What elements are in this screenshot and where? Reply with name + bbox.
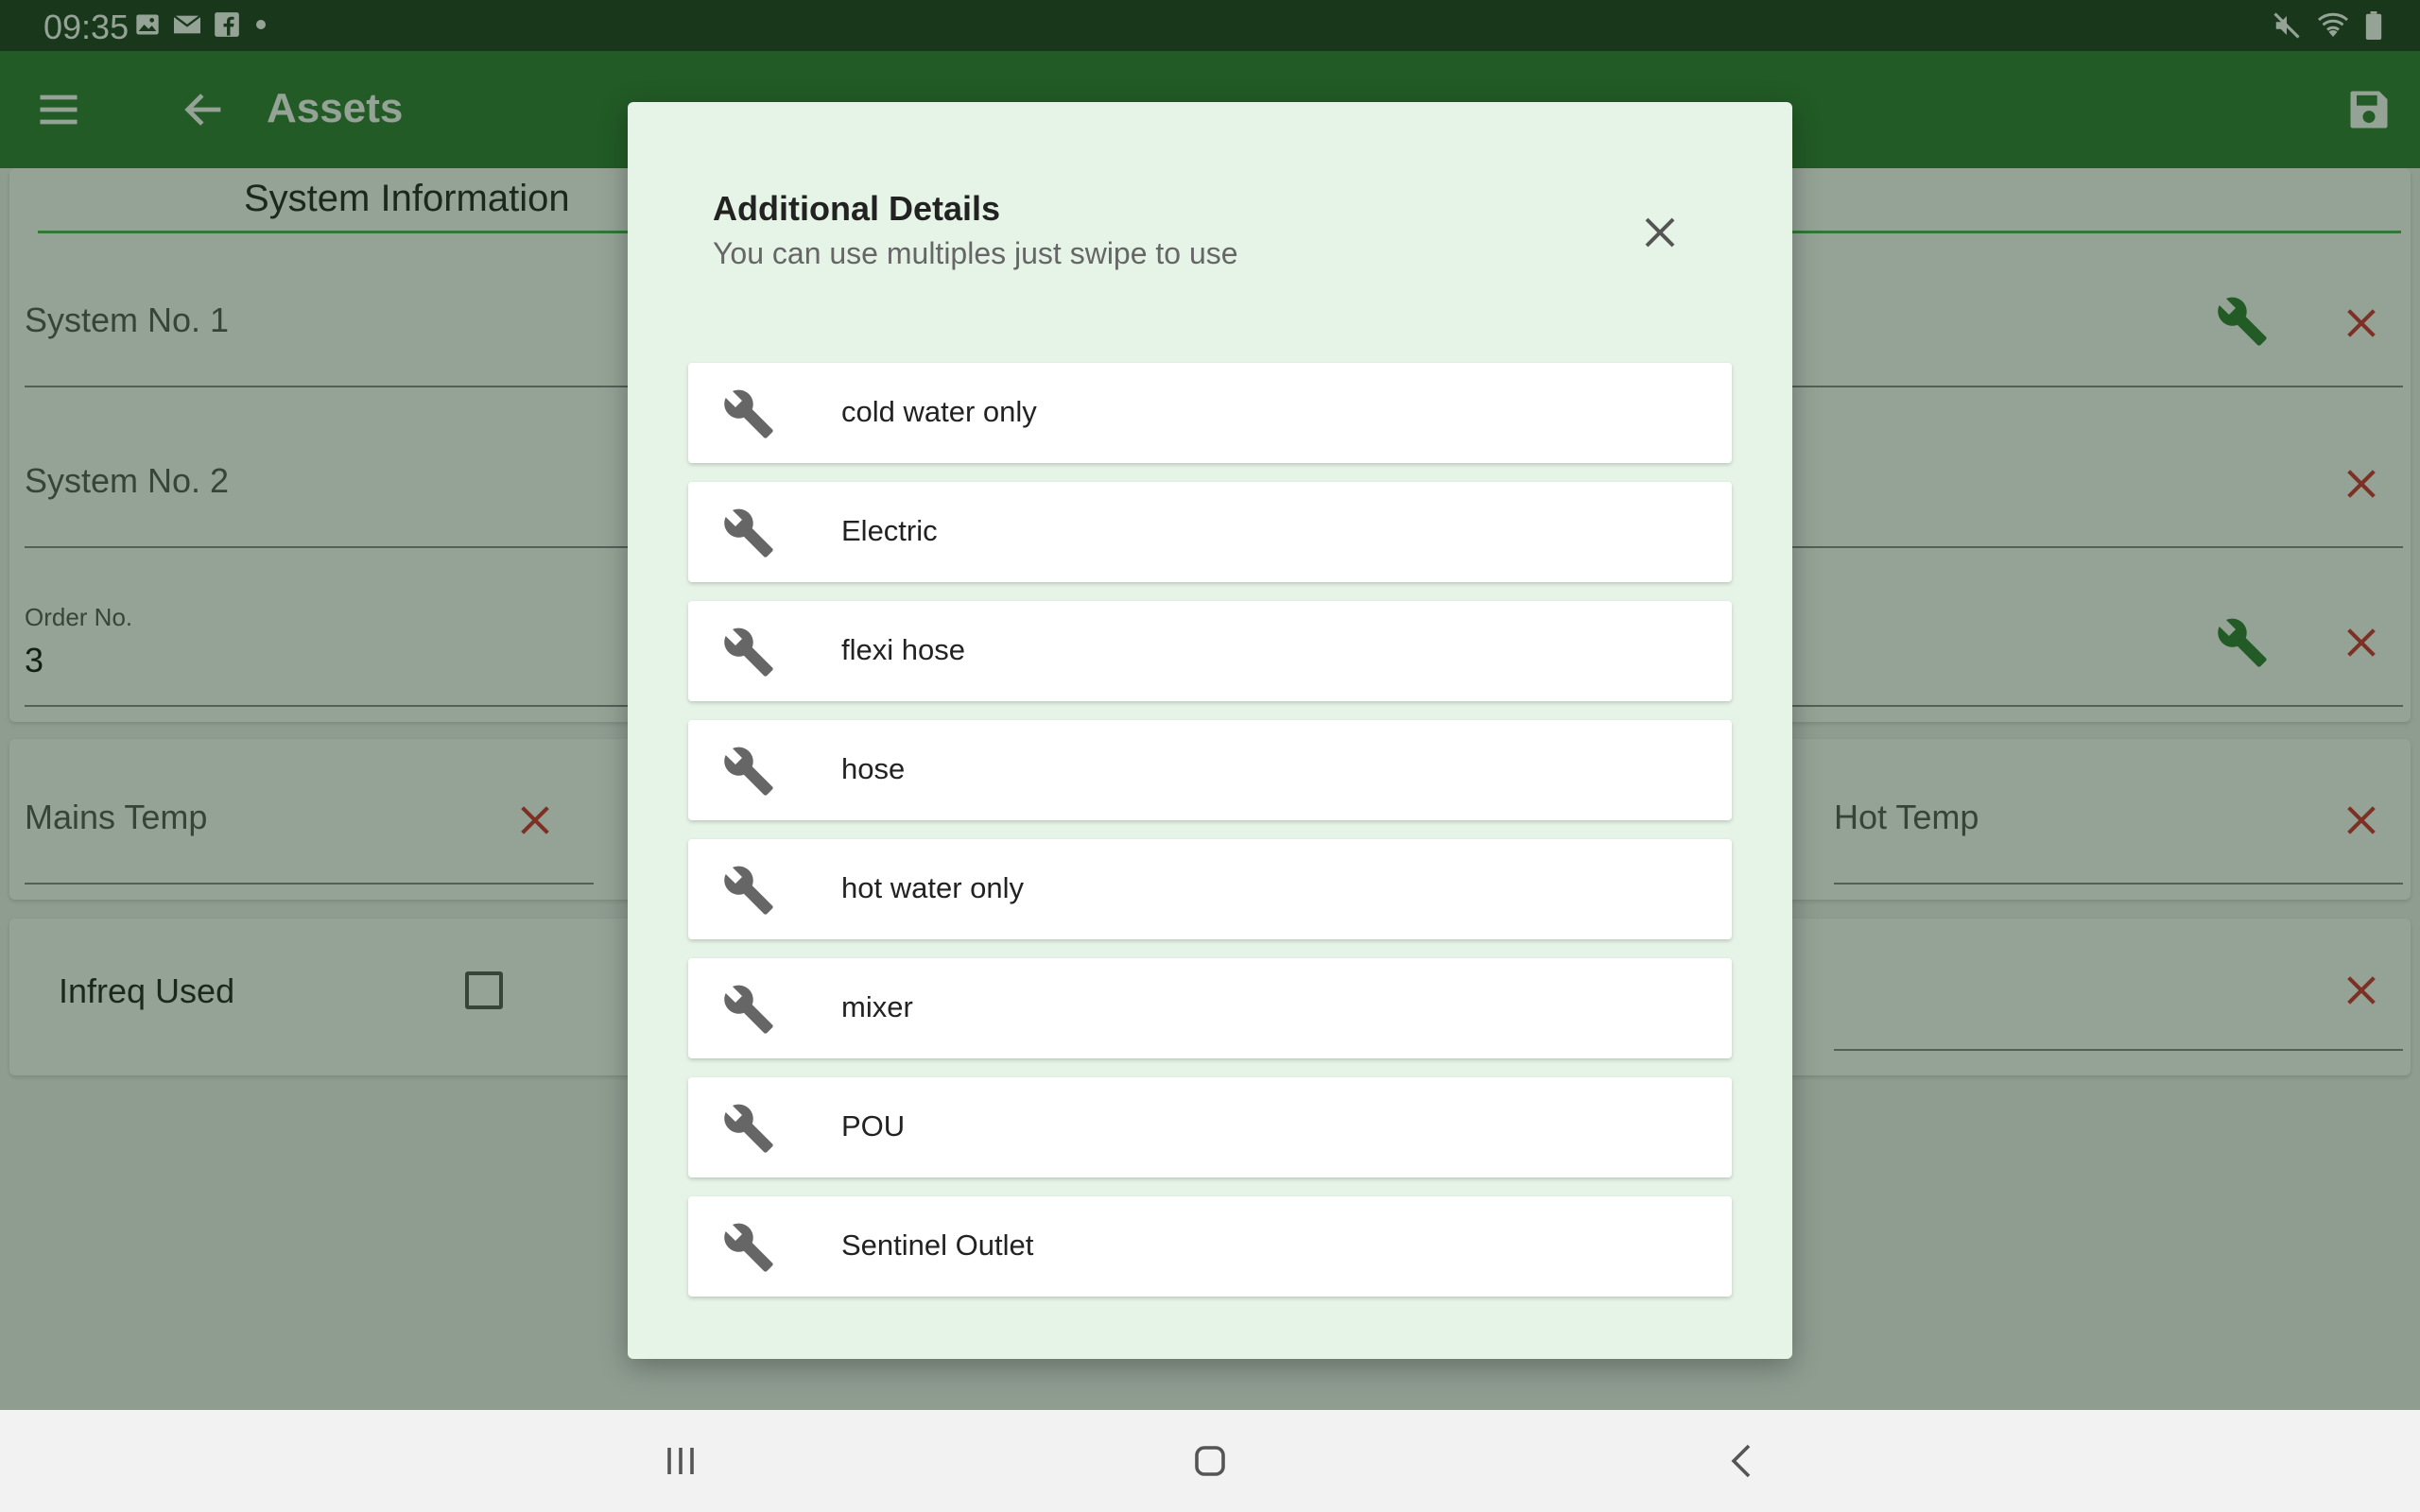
wrench-icon bbox=[724, 866, 773, 915]
list-item[interactable]: Sentinel Outlet bbox=[688, 1196, 1732, 1297]
list-item[interactable]: Electric bbox=[688, 482, 1732, 582]
list-item[interactable]: flexi hose bbox=[688, 601, 1732, 701]
list-item[interactable]: cold water only bbox=[688, 363, 1732, 463]
list-item-label: hose bbox=[841, 752, 906, 785]
list-item[interactable]: hot water only bbox=[688, 839, 1732, 939]
list-item-label: hot water only bbox=[841, 871, 1024, 904]
list-item[interactable]: POU bbox=[688, 1077, 1732, 1177]
list-item-label: POU bbox=[841, 1109, 906, 1143]
wrench-icon bbox=[724, 1104, 773, 1153]
wrench-icon bbox=[724, 508, 773, 558]
wrench-icon bbox=[724, 1223, 773, 1272]
additional-details-dialog: Additional Details You can use multiples… bbox=[628, 102, 1792, 1359]
list-item[interactable]: hose bbox=[688, 720, 1732, 820]
list-item-label: Electric bbox=[841, 514, 938, 547]
dialog-subtitle: You can use multiples just swipe to use bbox=[713, 236, 1238, 270]
back-nav-icon[interactable] bbox=[1720, 1438, 1766, 1484]
home-icon[interactable] bbox=[1187, 1438, 1233, 1484]
dialog-title: Additional Details bbox=[713, 189, 1001, 228]
list-item[interactable]: mixer bbox=[688, 958, 1732, 1058]
details-list: cold water only Electric flexi hose hose… bbox=[688, 363, 1732, 1315]
list-item-label: mixer bbox=[841, 990, 913, 1023]
wrench-icon bbox=[724, 747, 773, 796]
list-item-label: cold water only bbox=[841, 395, 1037, 428]
wrench-icon bbox=[724, 389, 773, 438]
list-item-label: flexi hose bbox=[841, 633, 965, 666]
recent-apps-icon[interactable] bbox=[658, 1438, 703, 1484]
system-nav-bar bbox=[0, 1410, 2420, 1512]
wrench-icon bbox=[724, 627, 773, 677]
list-item-label: Sentinel Outlet bbox=[841, 1228, 1034, 1262]
close-icon[interactable] bbox=[1637, 210, 1683, 255]
wrench-icon bbox=[724, 985, 773, 1034]
